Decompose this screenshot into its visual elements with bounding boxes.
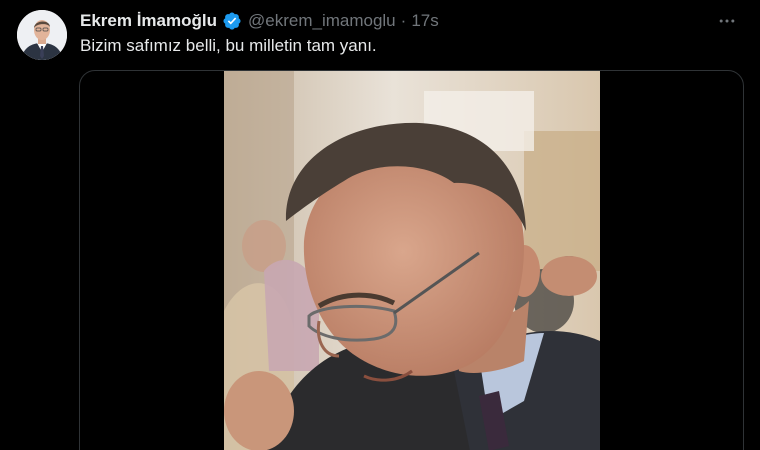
tweet-header: Ekrem İmamoğlu @ekrem_imamoglu · 17s: [80, 9, 439, 33]
verified-badge-icon[interactable]: [222, 11, 242, 31]
avatar-image: [17, 10, 67, 60]
avatar[interactable]: [17, 10, 67, 60]
display-name[interactable]: Ekrem İmamoğlu: [80, 11, 217, 31]
video-thumbnail: [224, 71, 600, 450]
tweet-text: Bizim safımız belli, bu milletin tam yan…: [80, 36, 377, 55]
video-frame[interactable]: [224, 71, 600, 450]
tweet-card[interactable]: Ekrem İmamoğlu @ekrem_imamoglu · 17s Biz…: [0, 0, 760, 450]
separator-dot: ·: [400, 11, 407, 30]
more-horizontal-icon: [719, 19, 735, 23]
timestamp[interactable]: 17s: [411, 11, 438, 31]
video-player[interactable]: [79, 70, 744, 450]
handle[interactable]: @ekrem_imamoglu: [248, 11, 396, 31]
more-options-button[interactable]: [712, 9, 742, 33]
